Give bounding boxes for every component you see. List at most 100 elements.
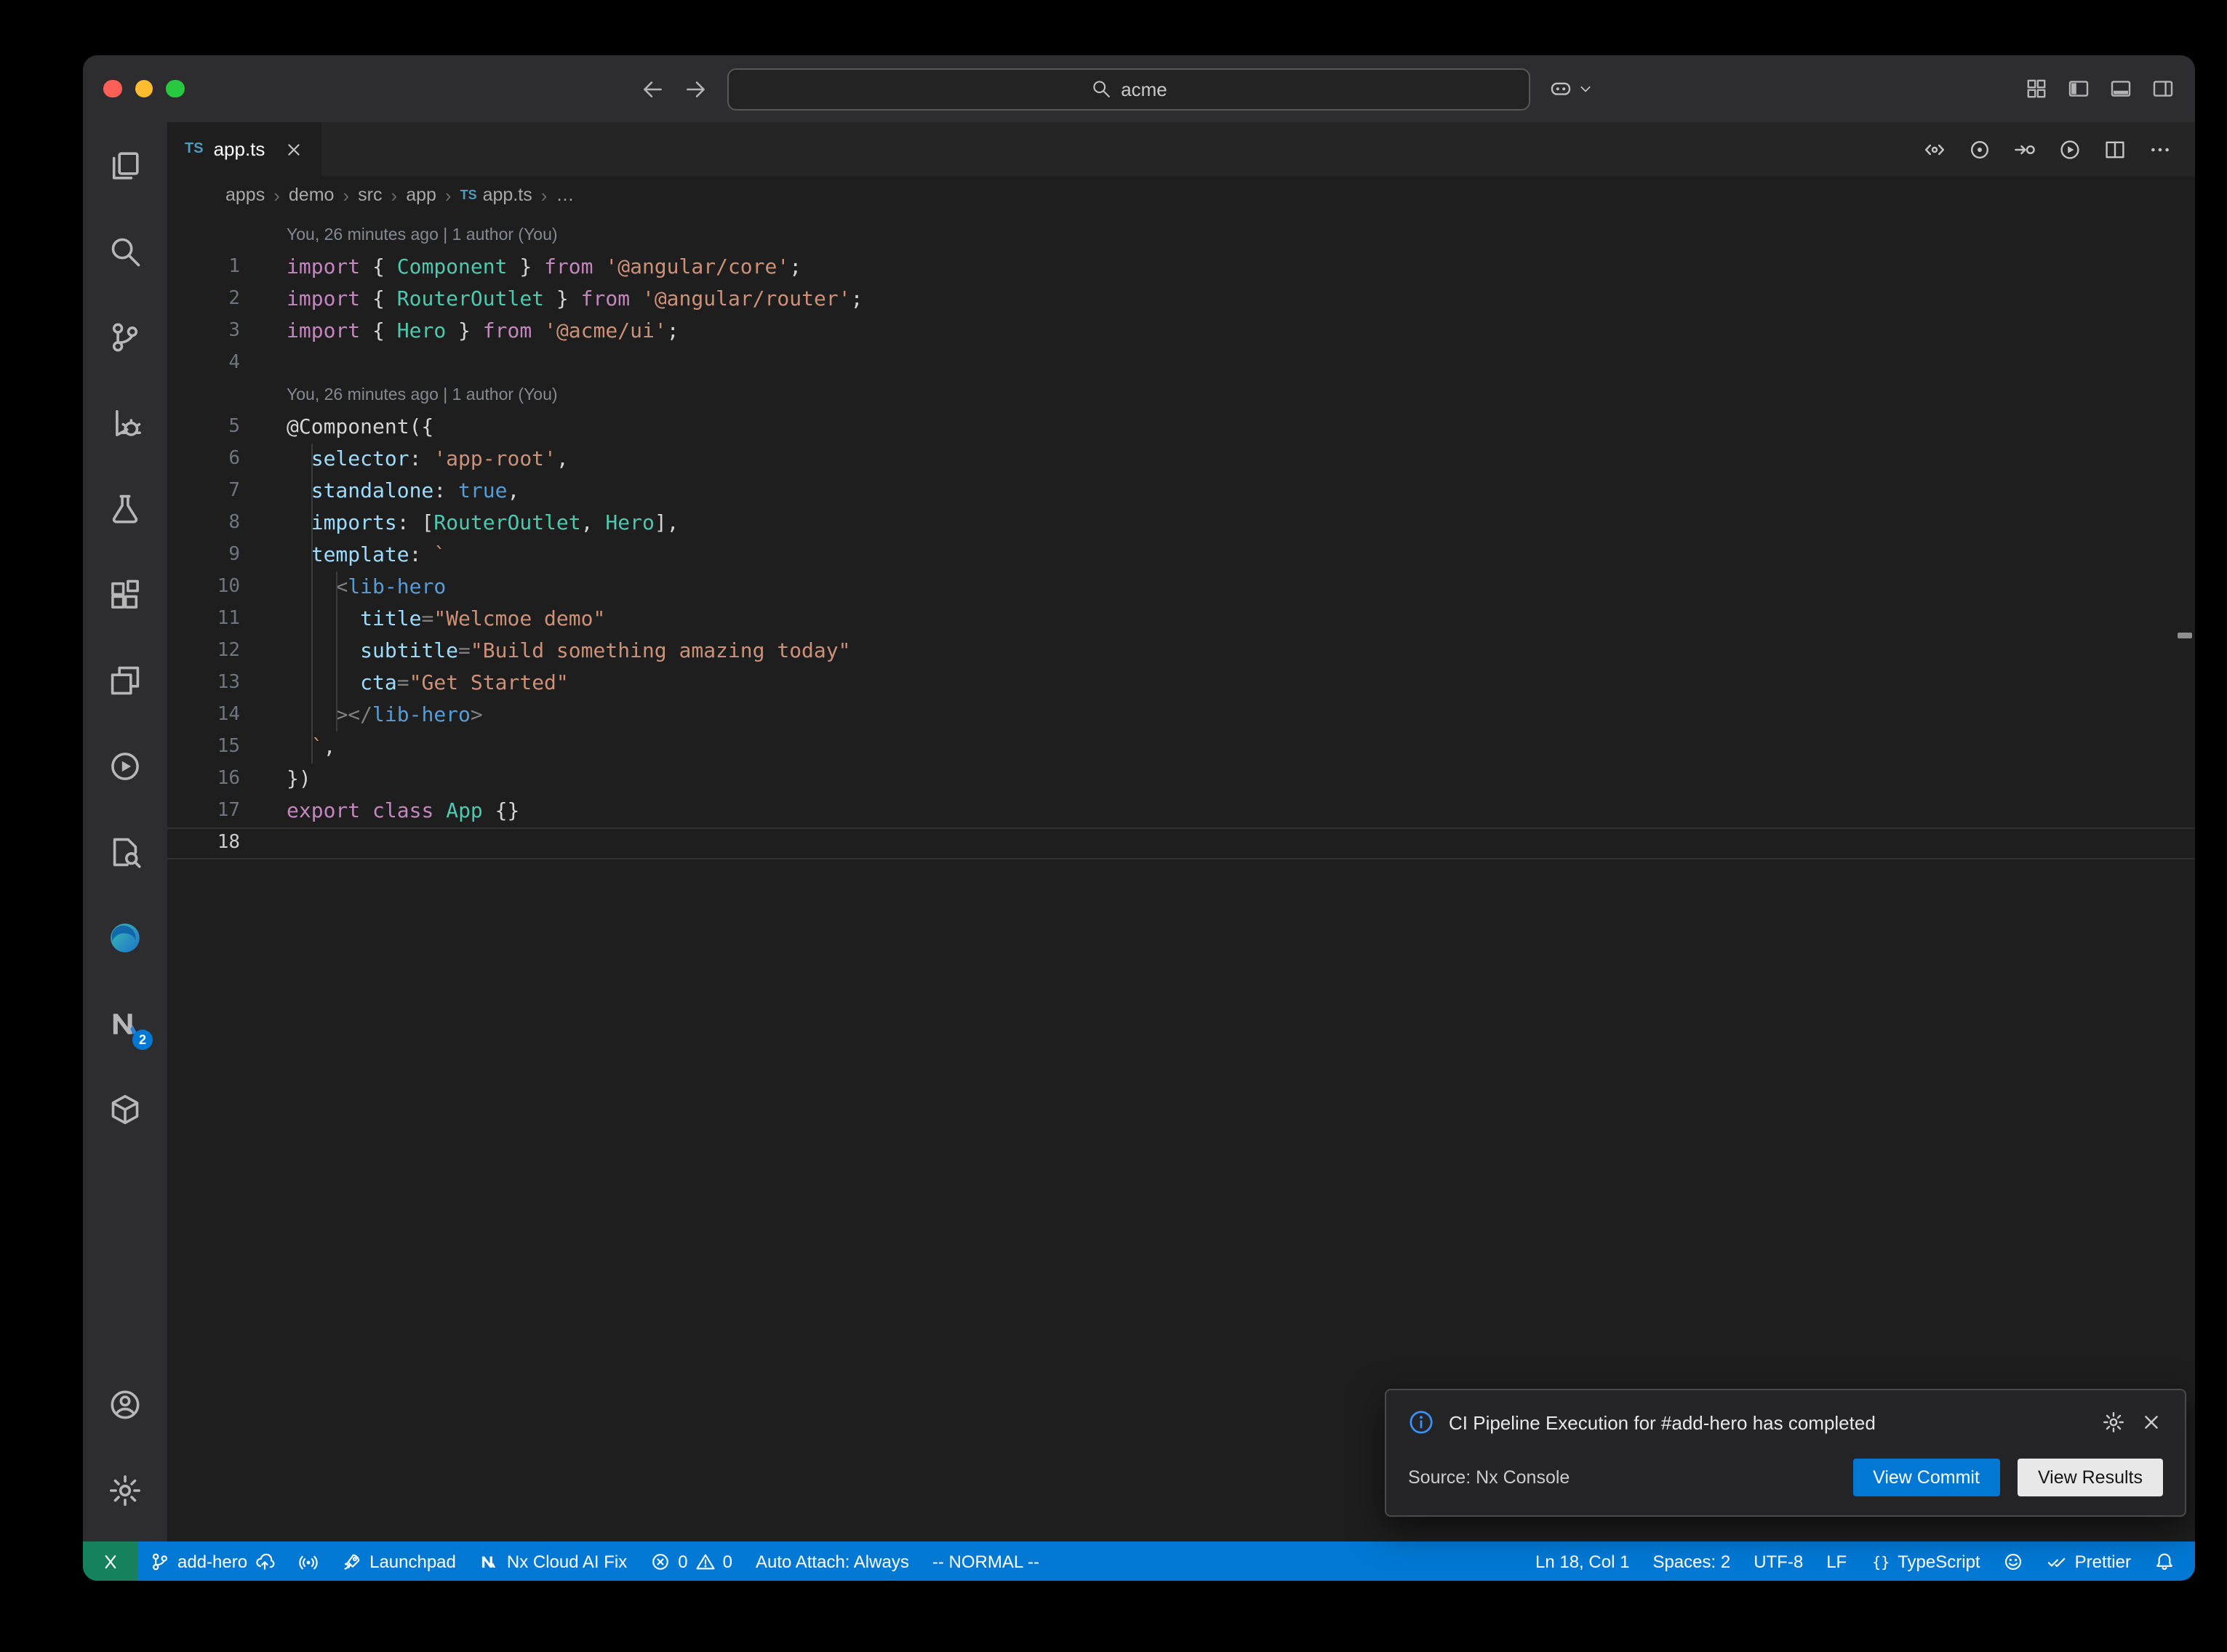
breadcrumb-separator: › [343,184,349,206]
customize-layout-icon[interactable] [2025,77,2048,100]
status-problems[interactable]: 00 [639,1541,744,1581]
code-line-5: 5@Component({ [167,412,2195,444]
git-blame-lens[interactable]: You, 26 minutes ago | 1 author (You) [167,220,2195,252]
activity-item-run-and-debug[interactable] [83,380,167,465]
code-editor[interactable]: You, 26 minutes ago | 1 author (You)1imp… [167,214,2195,1541]
status-notifications-bell[interactable] [2143,1541,2186,1581]
status-feedback[interactable] [1992,1541,2036,1581]
status-auto-attach[interactable]: Auto Attach: Always [744,1541,921,1581]
breadcrumb-item-src[interactable]: src [358,185,382,205]
status-git-branch[interactable]: add-hero [138,1541,287,1581]
zoom-window-button[interactable] [166,80,184,98]
breadcrumb-item--[interactable]: … [556,185,574,205]
activity-item-search[interactable] [83,208,167,294]
breadcrumb-item-app-ts[interactable]: TSapp.ts [460,185,532,205]
copilot-icon [1549,77,1572,100]
run-file-icon[interactable] [2058,137,2082,161]
status-label: UTF-8 [1754,1551,1803,1571]
status-launchpad[interactable]: Launchpad [330,1541,468,1581]
status-remote-indicator[interactable] [83,1541,138,1581]
open-changes-with-icon[interactable] [2013,137,2036,161]
breadcrumb-item-app[interactable]: app [406,185,436,205]
tab-app-ts[interactable]: TS app.ts [167,122,321,176]
status-label: Ln 18, Col 1 [1535,1551,1629,1571]
activity-item-remote-explorer[interactable] [83,637,167,723]
activity-item-code-search[interactable] [83,809,167,894]
activity-item-accounts[interactable] [83,1361,167,1447]
command-center-search[interactable]: acme [727,68,1530,110]
breadcrumb: apps›demo›src›app›TSapp.ts›… [167,176,2195,214]
close-tab-icon[interactable] [284,139,304,159]
tab-bar: TS app.ts [167,122,2195,176]
status-bar-left: add-hero Launchpad Nx Cloud AI Fix00Auto A… [83,1541,1051,1581]
edge-devtools-icon [108,920,143,955]
code-line-16: 16}) [167,763,2195,795]
status-label: 0 [723,1551,732,1571]
line-content: cta="Get Started" [240,667,569,699]
line-content [240,827,287,859]
source-control-icon [108,319,143,354]
activity-item-explorer[interactable] [83,122,167,208]
view-commit-button[interactable]: View Commit [1852,1459,2000,1496]
run-target-icon [108,748,143,783]
notification-close-icon[interactable] [2140,1411,2163,1434]
minimize-window-button[interactable] [135,80,153,98]
git-branch-icon [150,1551,170,1571]
notification-settings-icon[interactable] [2102,1411,2125,1434]
open-changes-icon[interactable] [1923,137,1946,161]
line-content: <lib-hero [240,572,446,604]
warning-icon [695,1551,716,1571]
line-content: import { Hero } from '@acme/ui'; [240,316,679,348]
status-indentation[interactable]: Spaces: 2 [1641,1541,1742,1581]
git-blame-lens[interactable]: You, 26 minutes ago | 1 author (You) [167,380,2195,412]
more-actions-icon[interactable] [2148,137,2172,161]
nx-small-icon [479,1551,500,1571]
status-ports[interactable] [287,1541,330,1581]
status-vim-mode[interactable]: -- NORMAL -- [921,1541,1051,1581]
status-label: Launchpad [369,1551,456,1571]
toggle-panel-icon[interactable] [2109,77,2132,100]
scrollbar[interactable] [2175,214,2195,1541]
run-and-debug-icon [108,405,143,440]
toggle-primary-sidebar-icon[interactable] [2067,77,2090,100]
activity-item-dependencies[interactable] [83,1066,167,1152]
close-window-button[interactable] [103,80,121,98]
breadcrumb-item-apps[interactable]: apps [225,185,265,205]
activity-item-nx-console[interactable]: 2 [83,980,167,1066]
search-icon [1090,79,1111,99]
status-nx-cloud-ai-fix[interactable]: Nx Cloud AI Fix [468,1541,639,1581]
line-content: title="Welcmoe demo" [240,604,605,635]
toggle-secondary-sidebar-icon[interactable] [2151,77,2175,100]
status-eol[interactable]: LF [1815,1541,1858,1581]
activity-item-edge-devtools[interactable] [83,894,167,980]
copilot-menu[interactable] [1549,77,1594,100]
cloud-upload-icon [255,1551,275,1571]
workbench: 2 TS app.ts apps›demo›src›app›TSapp.ts›…… [83,122,2195,1541]
code-line-11: 11 title="Welcmoe demo" [167,604,2195,635]
activity-item-testing[interactable] [83,465,167,551]
line-number: 12 [167,635,240,667]
remote-explorer-icon [108,662,143,697]
editor-group: TS app.ts apps›demo›src›app›TSapp.ts›… Y… [167,122,2195,1541]
status-bar: add-hero Launchpad Nx Cloud AI Fix00Auto A… [83,1541,2195,1581]
line-number: 1 [167,252,240,284]
status-formatter[interactable]: Prettier [2036,1541,2143,1581]
breadcrumb-item-demo[interactable]: demo [289,185,335,205]
status-cursor-position[interactable]: Ln 18, Col 1 [1524,1541,1641,1581]
activity-item-source-control[interactable] [83,294,167,380]
activity-item-settings[interactable] [83,1447,167,1533]
view-results-button[interactable]: View Results [2018,1459,2163,1496]
line-content: export class App {} [240,795,519,827]
remote-icon [100,1551,121,1571]
navigate-back-icon[interactable] [640,76,665,101]
status-language-mode[interactable]: {}TypeScript [1858,1541,1991,1581]
split-editor-icon[interactable] [2103,137,2127,161]
broadcast-icon [298,1551,319,1571]
status-encoding[interactable]: UTF-8 [1742,1541,1815,1581]
notification-message: CI Pipeline Execution for #add-hero has … [1449,1411,2087,1433]
activity-item-run-target[interactable] [83,723,167,809]
toggle-blame-icon[interactable] [1968,137,1991,161]
activity-item-extensions[interactable] [83,551,167,637]
line-content: template: ` [240,540,446,572]
navigate-forward-icon[interactable] [684,76,708,101]
